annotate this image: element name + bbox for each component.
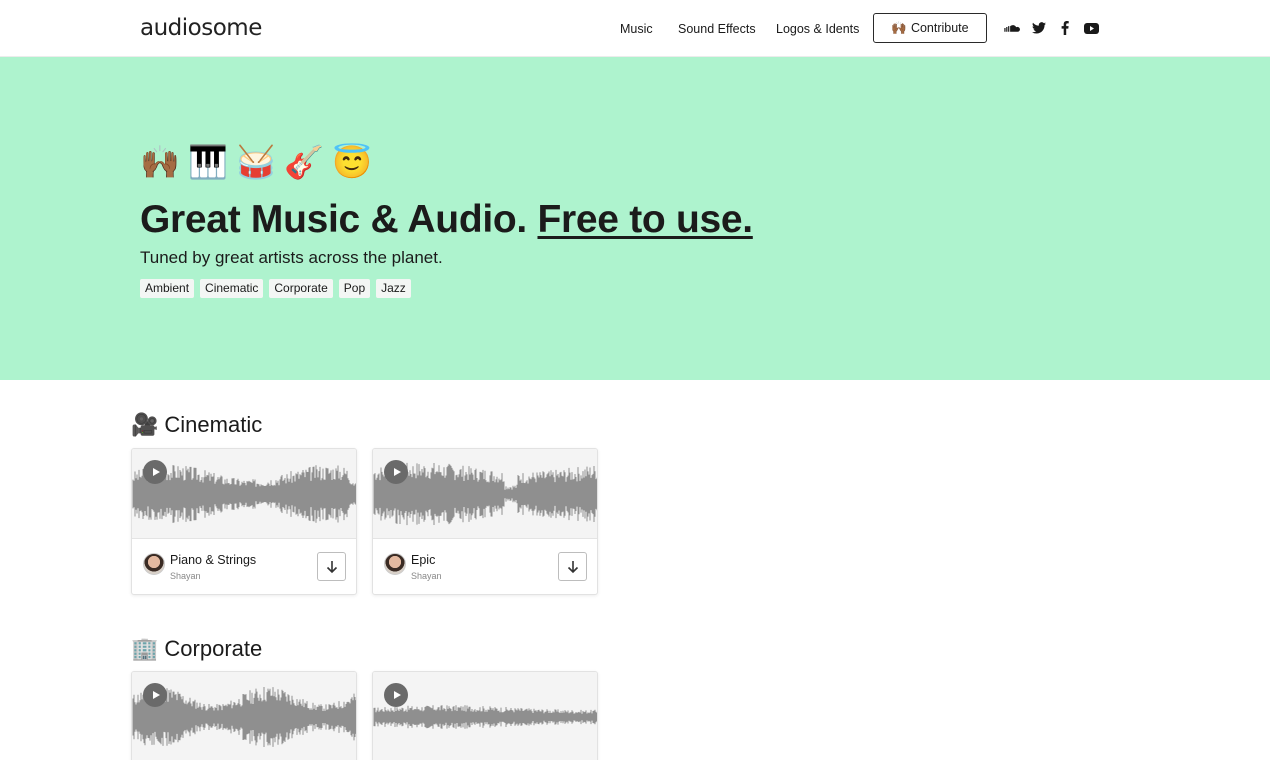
download-arrow-icon bbox=[326, 560, 337, 573]
waveform-path bbox=[373, 705, 597, 729]
raised-hands-emoji-icon: 🙌🏾 bbox=[140, 144, 180, 180]
drum-emoji-icon: 🥁 bbox=[236, 144, 276, 180]
guitar-emoji-icon: 🎸 bbox=[284, 144, 324, 180]
section-title-text: Corporate bbox=[164, 636, 263, 661]
movie-camera-icon: 🎥 bbox=[131, 412, 159, 437]
contribute-label: Contribute bbox=[910, 21, 969, 35]
tag-corporate[interactable]: Corporate bbox=[269, 279, 333, 298]
track-title[interactable]: Epic bbox=[411, 553, 435, 567]
track-title[interactable]: Piano & Strings bbox=[170, 553, 256, 567]
track-meta: Epic Shayan bbox=[373, 539, 597, 594]
track-card: Piano & Strings Shayan bbox=[131, 448, 357, 595]
download-button[interactable] bbox=[558, 552, 587, 581]
tag-cinematic[interactable]: Cinematic bbox=[200, 279, 264, 298]
headline-free-link[interactable]: Free to use. bbox=[537, 198, 753, 241]
soundcloud-icon[interactable] bbox=[1004, 19, 1020, 37]
site-header: audiosome Music Sound Effects Logos & Id… bbox=[0, 0, 1270, 57]
waveform[interactable] bbox=[132, 449, 356, 539]
nav-logos-idents-wrap: Logos & Idents bbox=[776, 0, 859, 57]
track-card bbox=[131, 671, 357, 760]
section-title-cinematic: 🎥 Cinematic bbox=[131, 412, 262, 438]
play-button[interactable] bbox=[384, 683, 408, 707]
avatar bbox=[143, 553, 165, 575]
twitter-icon[interactable] bbox=[1031, 19, 1047, 37]
waveform[interactable] bbox=[373, 449, 597, 539]
nav-music[interactable]: Music bbox=[620, 22, 653, 36]
download-button[interactable] bbox=[317, 552, 346, 581]
tag-ambient[interactable]: Ambient bbox=[140, 279, 195, 298]
play-button[interactable] bbox=[143, 460, 167, 484]
facebook-icon[interactable] bbox=[1057, 19, 1073, 37]
tag-jazz[interactable]: Jazz bbox=[376, 279, 411, 298]
raised-hands-icon: 🙌🏾 bbox=[891, 20, 907, 35]
track-card bbox=[372, 671, 598, 760]
site-logo[interactable]: audiosome bbox=[140, 15, 262, 41]
headline-text: Great Music & Audio. bbox=[140, 198, 527, 241]
waveform-graphic bbox=[373, 705, 597, 729]
genre-tags: Ambient Cinematic Corporate Pop Jazz bbox=[140, 279, 411, 298]
waveform-graphic bbox=[373, 462, 597, 526]
track-meta: Piano & Strings Shayan bbox=[132, 539, 356, 594]
hero-headline: Great Music & Audio. Free to use. bbox=[140, 198, 753, 242]
play-button[interactable] bbox=[143, 683, 167, 707]
waveform[interactable] bbox=[132, 672, 356, 760]
avatar bbox=[384, 553, 406, 575]
waveform-graphic bbox=[132, 465, 356, 523]
piano-emoji-icon: 🎹 bbox=[188, 144, 228, 180]
play-button[interactable] bbox=[384, 460, 408, 484]
section-title-corporate: 🏢 Corporate bbox=[131, 636, 262, 662]
waveform[interactable] bbox=[373, 672, 597, 760]
hero-subline: Tuned by great artists across the planet… bbox=[140, 248, 443, 267]
angel-face-emoji-icon: 😇 bbox=[332, 144, 372, 180]
hero-emoji-row: 🙌🏾 🎹 🥁 🎸 😇 bbox=[140, 142, 372, 182]
section-title-text: Cinematic bbox=[164, 412, 263, 437]
tag-pop[interactable]: Pop bbox=[338, 279, 371, 298]
download-arrow-icon bbox=[567, 560, 578, 573]
nav-sound-effects-wrap: Sound Effects bbox=[678, 0, 756, 57]
contribute-button[interactable]: 🙌🏾 Contribute bbox=[873, 13, 987, 43]
nav-music-wrap: Music bbox=[620, 0, 653, 57]
track-card: Epic Shayan bbox=[372, 448, 598, 595]
nav-logos-idents[interactable]: Logos & Idents bbox=[776, 22, 859, 36]
nav-sound-effects[interactable]: Sound Effects bbox=[678, 22, 756, 36]
track-artist[interactable]: Shayan bbox=[411, 571, 442, 581]
waveform-graphic bbox=[132, 687, 356, 747]
office-building-icon: 🏢 bbox=[131, 636, 159, 661]
youtube-icon[interactable] bbox=[1083, 19, 1099, 37]
track-artist[interactable]: Shayan bbox=[170, 571, 201, 581]
